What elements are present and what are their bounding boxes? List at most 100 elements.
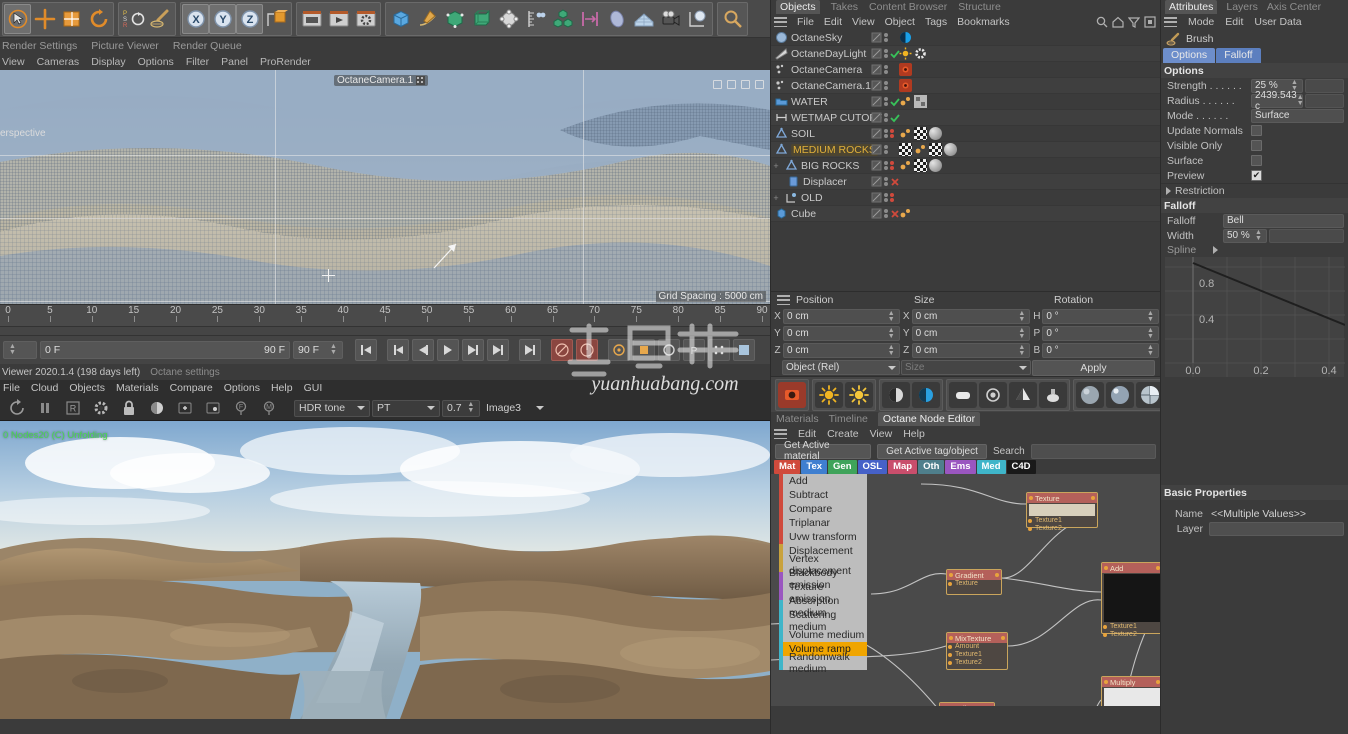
tag-octane-obj-icon[interactable] — [914, 143, 927, 156]
object-visibility-controls[interactable] — [871, 192, 894, 203]
object-visibility-controls[interactable] — [871, 112, 900, 123]
viewport-menu-item-4[interactable]: Filter — [186, 56, 209, 68]
object-visibility-controls[interactable] — [871, 64, 888, 75]
octane-daylight-icon[interactable] — [815, 381, 843, 408]
visibility-dots[interactable] — [884, 81, 888, 90]
node-list-item[interactable]: Scattering medium — [779, 609, 867, 633]
tab-attributes[interactable]: Attributes — [1165, 0, 1218, 14]
node-category-c4d[interactable]: C4D — [1006, 460, 1036, 474]
radius-slider[interactable] — [1305, 93, 1344, 108]
edit-toggle-icon[interactable] — [871, 176, 882, 187]
edit-toggle-icon[interactable] — [871, 48, 882, 59]
visibility-dots[interactable] — [884, 113, 888, 122]
node-port[interactable]: Texture1 — [1027, 517, 1097, 525]
node-title[interactable]: Multiply — [1102, 677, 1160, 687]
visibility-dots[interactable] — [884, 193, 888, 202]
timeline-ruler[interactable]: 0 5 10 15 20 25 30 35 40 45 50 55 60 65 70 75 80 85 90 — [0, 304, 770, 326]
objects-menu-bookmarks[interactable]: Bookmarks — [957, 16, 1010, 28]
basic-name-value[interactable]: <<Multiple Values>> — [1209, 508, 1348, 520]
viewport-nav-gadgets[interactable] — [713, 80, 764, 89]
viewport-rotate-gadget[interactable] — [741, 80, 750, 89]
pause-icon[interactable] — [32, 397, 58, 419]
node-list-item[interactable]: Uvw transform — [779, 530, 867, 544]
object-manager-row[interactable]: Cube — [771, 206, 1160, 222]
spinner-icon[interactable]: ▲ ▼ — [1146, 344, 1155, 357]
viewport-menu-item-2[interactable]: Display — [91, 56, 125, 68]
tag-octane-obj-icon[interactable] — [899, 127, 912, 140]
tag-material-icon[interactable] — [929, 127, 942, 140]
object-visibility-controls[interactable] — [871, 96, 900, 107]
coordinate-rotation-b-field[interactable]: 0 ° ▲ ▼ — [1042, 343, 1159, 358]
psr-reset-icon[interactable]: PSR — [120, 4, 147, 34]
node-title[interactable]: Gradient — [947, 570, 1001, 580]
get-active-tag-object-button[interactable]: Get Active tag/object — [877, 443, 987, 459]
record-active-objects-button[interactable] — [551, 339, 573, 361]
go-to-start-button[interactable] — [355, 339, 377, 361]
edit-toggle-icon[interactable] — [871, 160, 882, 171]
object-tags[interactable] — [899, 47, 927, 60]
octane-menu-help[interactable]: Help — [271, 382, 293, 394]
update-normals-checkbox[interactable] — [1251, 125, 1262, 136]
graph-node[interactable]: MixTexture Amount Texture1 Texture2 — [946, 632, 1008, 670]
object-tags[interactable] — [899, 31, 912, 44]
frame-start-spinner-icon[interactable]: ▲ ▼ — [8, 343, 17, 356]
object-name[interactable]: OctaneDayLight — [791, 48, 866, 60]
node-menu-view[interactable]: View — [870, 428, 893, 440]
node-type-dropdown-list[interactable]: Add Subtract Compare Triplanar Uvw transform… — [779, 474, 867, 675]
tab-takes[interactable]: Takes — [831, 1, 858, 13]
object-visibility-controls[interactable] — [871, 208, 900, 219]
spinner-icon[interactable]: ▲ ▼ — [1017, 327, 1026, 340]
octane-area-light-icon[interactable] — [949, 381, 977, 408]
coordinate-position-z-field[interactable]: 0 cm ▲ ▼ — [783, 343, 900, 358]
object-manager-row[interactable]: OctaneDayLight — [771, 46, 1160, 62]
camera-object-icon[interactable] — [657, 4, 684, 34]
render-menu-item-0[interactable]: Render Settings — [2, 40, 77, 52]
lock-z-axis-icon[interactable]: Z — [236, 3, 263, 34]
object-visibility-controls[interactable] — [871, 32, 888, 43]
falloff-spline-graph[interactable]: 0.8 0.4 0.0 0.2 0.4 — [1165, 257, 1346, 377]
landscape-icon[interactable] — [630, 4, 657, 34]
objects-menu-object[interactable]: Object — [885, 16, 915, 28]
objects-menu-view[interactable]: View — [852, 16, 875, 28]
octane-target-light-icon[interactable] — [979, 381, 1007, 408]
rotate-tool-icon[interactable] — [85, 4, 112, 34]
restriction-disclosure[interactable]: Restriction — [1161, 183, 1348, 198]
tab-materials[interactable]: Materials — [776, 413, 819, 425]
tag-octane-env-icon[interactable] — [899, 31, 912, 44]
world-coordinate-icon[interactable] — [263, 4, 290, 34]
octane-menu-options[interactable]: Options — [224, 382, 260, 394]
expand-toggle-icon[interactable]: + — [771, 193, 781, 203]
coordinate-mode-dropdown[interactable]: Object (Rel) — [782, 360, 900, 375]
object-manager-row[interactable]: WETMAP CUTOFF — [771, 110, 1160, 126]
node-port[interactable]: Texture — [947, 580, 1001, 588]
object-manager-row[interactable]: OctaneCamera — [771, 62, 1160, 78]
object-tags[interactable] — [899, 95, 927, 108]
focus-picker-icon[interactable] — [200, 397, 226, 419]
timeline-track[interactable] — [0, 326, 770, 336]
edit-toggle-icon[interactable] — [871, 208, 882, 219]
coordinate-size-y-field[interactable]: 0 cm ▲ ▼ — [911, 326, 1031, 341]
objects-search-icon[interactable] — [1096, 16, 1108, 28]
lock-x-axis-icon[interactable]: X — [182, 3, 209, 34]
object-name[interactable]: SOIL — [791, 128, 815, 140]
coordinate-rotation-h-field[interactable]: 0 ° ▲ ▼ — [1042, 309, 1159, 324]
preview-checkbox[interactable]: ✔ — [1251, 170, 1262, 181]
play-button[interactable] — [437, 339, 459, 361]
visibility-dots[interactable] — [884, 177, 888, 186]
lock-icon[interactable] — [116, 397, 142, 419]
visibility-dots[interactable] — [884, 65, 888, 74]
scene-scale-icon[interactable] — [522, 4, 549, 34]
octane-menu-materials[interactable]: Materials — [116, 382, 159, 394]
surface-checkbox[interactable] — [1251, 155, 1262, 166]
falloff-width-stepper[interactable]: 50 % ▲ ▼ — [1223, 228, 1267, 243]
deformer-icon[interactable] — [495, 4, 522, 34]
image-slot-dropdown[interactable]: Image3 — [482, 400, 548, 417]
object-tags[interactable] — [899, 127, 942, 140]
octane-sunlight-icon[interactable] — [845, 381, 873, 408]
tag-octane-cam-icon[interactable] — [899, 79, 912, 92]
object-tags[interactable] — [899, 63, 912, 76]
object-tags[interactable] — [899, 143, 957, 156]
tab-content-browser[interactable]: Content Browser — [869, 1, 947, 13]
tab-layers[interactable]: Layers — [1226, 1, 1258, 13]
tab-timeline[interactable]: Timeline — [829, 413, 868, 425]
